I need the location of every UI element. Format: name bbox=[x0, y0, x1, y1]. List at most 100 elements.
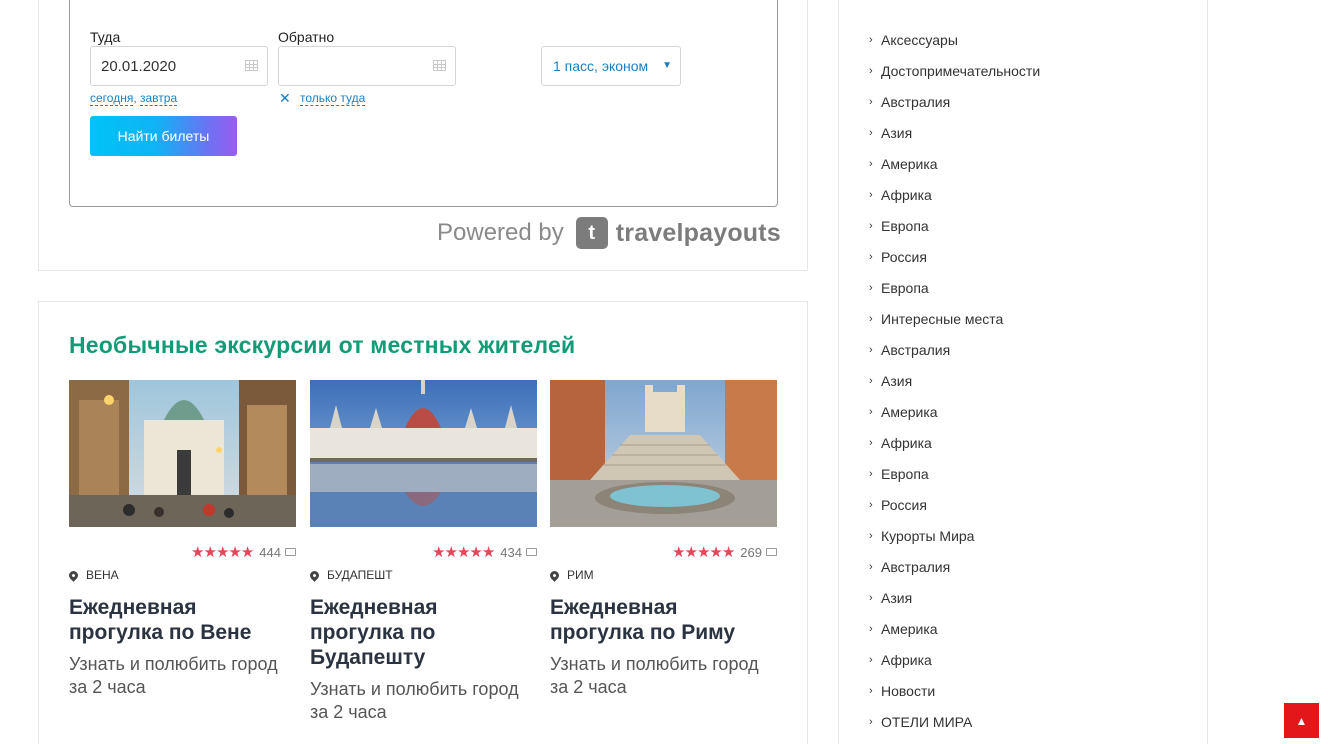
sidebar-category-item[interactable]: › Азия bbox=[869, 582, 1040, 613]
map-pin-icon bbox=[308, 568, 321, 582]
chevron-right-icon: › bbox=[869, 591, 873, 604]
sidebar-category-label: Россия bbox=[881, 248, 927, 265]
tour-rating: ★★★★★ 269 bbox=[672, 543, 777, 561]
sidebar-category-label: Курорты Мира bbox=[881, 527, 975, 544]
sidebar-category-label: Достопримечательности bbox=[881, 62, 1041, 79]
sidebar-category-item[interactable]: › Австралия bbox=[869, 551, 1040, 582]
sidebar-category-item[interactable]: › Курорты Мира bbox=[869, 520, 1040, 551]
chevron-right-icon: › bbox=[869, 653, 873, 666]
review-count: 434 bbox=[500, 544, 522, 560]
close-icon[interactable]: ✕ bbox=[279, 90, 291, 107]
excursions-card: Необычные экскурсии от местных жителей ★… bbox=[38, 301, 808, 744]
star-rating-icon: ★★★★★ bbox=[672, 544, 735, 561]
tour-title[interactable]: Ежедневная прогулка по Риму bbox=[550, 595, 777, 645]
tour-image[interactable] bbox=[69, 380, 296, 527]
chevron-right-icon: › bbox=[869, 281, 873, 294]
sidebar-category-label: Россия bbox=[881, 496, 927, 513]
sidebar-category-item[interactable]: › Новости bbox=[869, 675, 1040, 706]
sidebar-category-item[interactable]: › Европа bbox=[869, 458, 1040, 489]
caret-down-icon: ▼ bbox=[662, 60, 672, 71]
comment-icon bbox=[285, 548, 296, 556]
tour-title[interactable]: Ежедневная прогулка по Вене bbox=[69, 595, 296, 645]
sidebar-category-item[interactable]: › Африка bbox=[869, 427, 1040, 458]
calendar-icon bbox=[433, 60, 446, 71]
sidebar-category-item[interactable]: › Интересные места bbox=[869, 303, 1040, 334]
excursions-title: Необычные экскурсии от местных жителей bbox=[69, 332, 576, 358]
sidebar-category-item[interactable]: › Азия bbox=[869, 117, 1040, 148]
sidebar-category-label: Австралия bbox=[881, 341, 951, 358]
sidebar-category-item[interactable]: › Азия bbox=[869, 365, 1040, 396]
chevron-right-icon: › bbox=[869, 188, 873, 201]
find-tickets-button[interactable]: Найти билеты bbox=[90, 116, 237, 156]
depart-quick-links: сегодня, завтра bbox=[90, 91, 178, 106]
sidebar-category-item[interactable]: › Достопримечательности bbox=[869, 55, 1040, 86]
sidebar-category-item[interactable]: › ОТЕЛИ МИРА bbox=[869, 706, 1040, 737]
sidebar-category-label: Америка bbox=[881, 620, 938, 637]
chevron-right-icon: › bbox=[869, 622, 873, 635]
travelpayouts-logo-icon: t bbox=[575, 217, 608, 249]
today-link[interactable]: сегодня bbox=[90, 91, 134, 106]
sidebar-category-item[interactable]: › Америка bbox=[869, 613, 1040, 644]
one-way-link-label: только туда bbox=[300, 91, 366, 106]
chevron-right-icon: › bbox=[869, 33, 873, 46]
city-name: Вена bbox=[86, 568, 119, 582]
passengers-select[interactable]: 1 пасс, эконом ▼ bbox=[541, 46, 681, 86]
sidebar-category-item[interactable]: › Австралия bbox=[869, 86, 1040, 117]
sidebar-category-label: Австралия bbox=[881, 558, 951, 575]
chevron-right-icon: › bbox=[869, 219, 873, 232]
review-count: 444 bbox=[259, 544, 281, 560]
chevron-right-icon: › bbox=[869, 529, 873, 542]
sidebar-category-label: Азия bbox=[881, 589, 913, 606]
sidebar-category-label: Африка bbox=[881, 651, 932, 668]
sidebar-category-label: Европа bbox=[881, 217, 929, 234]
sidebar: › Аксессуары › Достопримечательности › Австра… bbox=[838, 0, 1208, 744]
sidebar-category-label: Африка bbox=[881, 434, 932, 451]
sidebar-category-label: Аксессуары bbox=[881, 31, 958, 48]
tour-card[interactable]: ★★★★★ 444 Вена Ежедневная прогулка по Ве… bbox=[67, 380, 296, 697]
chevron-right-icon: › bbox=[869, 405, 873, 418]
chevron-right-icon: › bbox=[869, 684, 873, 697]
chevron-up-icon: ▲ bbox=[1295, 713, 1308, 728]
sidebar-category-label: Европа bbox=[881, 465, 929, 482]
chevron-right-icon: › bbox=[869, 312, 873, 325]
chevron-right-icon: › bbox=[869, 126, 873, 139]
review-count: 269 bbox=[740, 544, 762, 560]
sidebar-category-item[interactable]: › Австралия bbox=[869, 334, 1040, 365]
sidebar-category-item[interactable]: › Европа bbox=[869, 272, 1040, 303]
calendar-icon bbox=[245, 60, 258, 71]
chevron-right-icon: › bbox=[869, 343, 873, 356]
tour-description: Узнать и полюбить город за 2 часа bbox=[310, 679, 519, 722]
powered-by[interactable]: Powered by t travelpayouts bbox=[437, 216, 781, 250]
tomorrow-link[interactable]: завтра bbox=[140, 91, 178, 106]
chevron-right-icon: › bbox=[869, 157, 873, 170]
tour-rating: ★★★★★ 434 bbox=[432, 543, 537, 561]
chevron-right-icon: › bbox=[869, 374, 873, 387]
tour-image[interactable] bbox=[550, 380, 777, 527]
tour-title[interactable]: Ежедневная прогулка по Будапешту bbox=[310, 595, 537, 670]
sidebar-category-item[interactable]: › Африка bbox=[869, 644, 1040, 675]
sidebar-category-item[interactable]: › Америка bbox=[869, 148, 1040, 179]
tour-image[interactable] bbox=[310, 380, 537, 527]
tour-card[interactable]: ★★★★★ 434 Будапешт Ежедневная прогулка п… bbox=[308, 380, 537, 722]
sidebar-category-item[interactable]: › Африка bbox=[869, 179, 1040, 210]
depart-date-input[interactable]: 20.01.2020 bbox=[90, 46, 268, 86]
travelpayouts-brand: travelpayouts bbox=[615, 218, 781, 247]
tour-rating: ★★★★★ 444 bbox=[191, 543, 296, 561]
sidebar-category-label: Новости bbox=[881, 682, 936, 699]
sidebar-category-item[interactable]: › Аксессуары bbox=[869, 24, 1040, 55]
scroll-to-top-button[interactable]: ▲ bbox=[1284, 703, 1319, 738]
return-label: Обратно bbox=[278, 29, 335, 45]
sidebar-category-item[interactable]: › Россия bbox=[869, 241, 1040, 272]
sidebar-category-item[interactable]: › Америка bbox=[869, 396, 1040, 427]
return-date-input[interactable] bbox=[278, 46, 456, 86]
chevron-right-icon: › bbox=[869, 715, 873, 728]
sidebar-category-item[interactable]: › Европа bbox=[869, 210, 1040, 241]
sidebar-category-label: Америка bbox=[881, 403, 938, 420]
sidebar-category-label: Интересные места bbox=[881, 310, 1004, 327]
tour-card[interactable]: ★★★★★ 269 Рим Ежедневная прогулка по Рим… bbox=[548, 380, 777, 697]
sidebar-category-label: ОТЕЛИ МИРА bbox=[881, 713, 973, 730]
one-way-link[interactable]: только туда bbox=[300, 91, 366, 106]
sidebar-category-label: Европа bbox=[881, 279, 929, 296]
sidebar-category-item[interactable]: › Россия bbox=[869, 489, 1040, 520]
tour-description: Узнать и полюбить город за 2 часа bbox=[550, 654, 759, 697]
